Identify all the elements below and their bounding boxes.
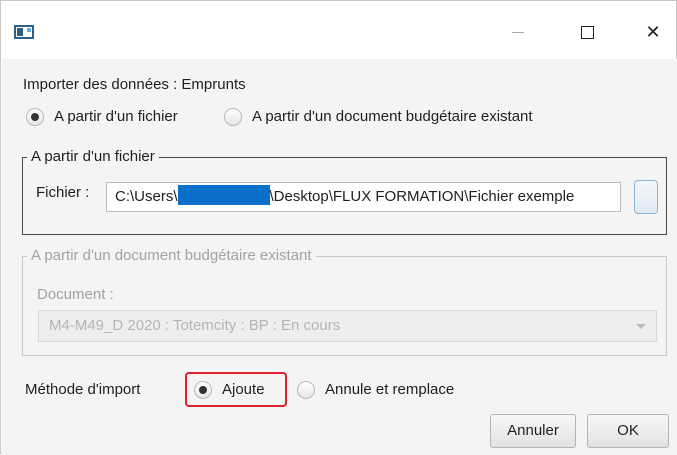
file-path-suffix: \Desktop\FLUX FORMATION\Fichier exemple — [269, 188, 575, 205]
file-group-legend: A partir d'un fichier — [27, 148, 159, 165]
minimize-button[interactable] — [495, 17, 541, 47]
maximize-icon — [580, 25, 594, 39]
radio-from-document[interactable] — [224, 108, 242, 126]
chevron-down-icon — [636, 324, 646, 329]
import-method-label: Méthode d'import — [25, 381, 141, 398]
cancel-button[interactable]: Annuler — [490, 414, 576, 448]
radio-from-file[interactable] — [26, 108, 44, 126]
close-button[interactable]: ✕ — [630, 17, 676, 47]
title-bar: ✕ — [1, 1, 676, 59]
radio-ajoute-label[interactable]: Ajoute — [222, 381, 265, 398]
document-group-legend: A partir d'un document budgétaire exista… — [27, 247, 316, 264]
document-select[interactable]: M4-M49_D 2020 : Totemcity : BP : En cour… — [38, 310, 657, 342]
app-icon — [14, 25, 34, 39]
document-select-value: M4-M49_D 2020 : Totemcity : BP : En cour… — [49, 317, 341, 334]
radio-annule-remplace-label[interactable]: Annule et remplace — [325, 381, 454, 398]
dialog-heading: Importer des données : Emprunts — [23, 76, 246, 93]
radio-from-file-label[interactable]: A partir d'un fichier — [54, 108, 178, 125]
radio-from-document-label[interactable]: A partir d'un document budgétaire exista… — [252, 108, 533, 125]
ok-button[interactable]: OK — [587, 414, 669, 448]
redacted-username — [177, 185, 270, 205]
file-field-label: Fichier : — [36, 184, 90, 201]
close-icon: ✕ — [645, 21, 661, 42]
document-field-label: Document : — [37, 286, 114, 303]
import-dialog-window: ✕ Importer des données : Emprunts A part… — [0, 0, 677, 455]
minimize-icon — [512, 31, 524, 33]
dialog-content: Importer des données : Emprunts A partir… — [2, 59, 677, 455]
radio-ajoute[interactable] — [194, 381, 212, 399]
browse-file-button[interactable] — [634, 180, 658, 214]
file-path-prefix: C:\Users\ — [115, 188, 178, 205]
maximize-button[interactable] — [564, 17, 610, 47]
radio-annule-remplace[interactable] — [297, 381, 315, 399]
file-path-input[interactable]: C:\Users\ \Desktop\FLUX FORMATION\Fichier… — [106, 182, 621, 212]
